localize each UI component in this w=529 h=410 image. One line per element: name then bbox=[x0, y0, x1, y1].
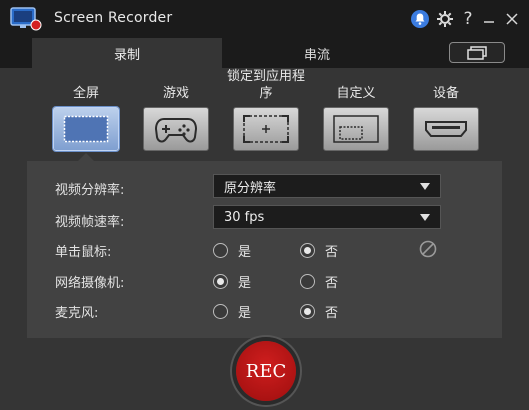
radio-label: 否 bbox=[325, 245, 339, 260]
device-button[interactable] bbox=[413, 107, 479, 151]
custom-button[interactable] bbox=[323, 107, 389, 151]
custom-region-icon bbox=[333, 115, 379, 143]
chevron-down-icon bbox=[420, 214, 430, 221]
mouse-click-no-radio[interactable]: 否 bbox=[300, 241, 338, 260]
disabled-icon[interactable] bbox=[419, 240, 437, 258]
help-icon[interactable]: ? bbox=[460, 9, 476, 29]
webcam-label: 网络摄像机: bbox=[55, 276, 125, 291]
record-panel: 全屏 游戏 锁定到应用程 序 自定义 设备 视频分辨率: 原分辨率 视频帧速率:… bbox=[0, 68, 529, 410]
mode-label-device: 设备 bbox=[432, 86, 459, 101]
app-title: Screen Recorder bbox=[54, 10, 173, 26]
screen-recorder-icon bbox=[10, 7, 42, 31]
radio-label: 是 bbox=[238, 245, 252, 260]
gamepad-icon bbox=[154, 118, 198, 143]
webcam-no-radio[interactable]: 否 bbox=[300, 272, 338, 291]
mode-label-lock-line1: 锁定到应用程 bbox=[226, 69, 305, 84]
mouse-click-label: 单击鼠标: bbox=[55, 245, 112, 260]
framerate-select[interactable]: 30 fps bbox=[213, 205, 441, 229]
hdmi-device-icon bbox=[425, 121, 467, 137]
rec-button[interactable]: REC bbox=[236, 341, 296, 401]
tab-record[interactable]: 录制 bbox=[32, 38, 222, 68]
radio-circle bbox=[300, 274, 315, 289]
framerate-label: 视频帧速率: bbox=[55, 215, 125, 230]
radio-label: 否 bbox=[325, 276, 339, 291]
lock-to-app-button[interactable] bbox=[233, 107, 299, 151]
radio-circle bbox=[213, 243, 228, 258]
mini-mode-icon bbox=[467, 45, 487, 60]
game-button[interactable] bbox=[143, 107, 209, 151]
mini-mode-button[interactable] bbox=[449, 42, 505, 63]
chevron-down-icon bbox=[420, 183, 430, 190]
title-bar: Screen Recorder ? bbox=[0, 0, 529, 38]
mode-label-lock-line2: 序 bbox=[259, 86, 273, 101]
microphone-yes-radio[interactable]: 是 bbox=[213, 302, 251, 321]
radio-circle bbox=[300, 304, 315, 319]
tab-bar: 录制 串流 bbox=[0, 38, 529, 68]
radio-circle bbox=[300, 243, 315, 258]
gear-icon[interactable] bbox=[434, 9, 456, 29]
framerate-value: 30 fps bbox=[224, 209, 265, 225]
close-icon[interactable] bbox=[504, 9, 520, 29]
resolution-label: 视频分辨率: bbox=[55, 183, 125, 198]
radio-label: 是 bbox=[238, 306, 252, 321]
microphone-label: 麦克风: bbox=[55, 306, 99, 321]
radio-circle bbox=[213, 304, 228, 319]
radio-label: 是 bbox=[238, 276, 252, 291]
resolution-select[interactable]: 原分辨率 bbox=[213, 174, 441, 198]
settings-panel: 视频分辨率: 原分辨率 视频帧速率: 30 fps 单击鼠标: 是 否 网络摄像… bbox=[27, 161, 502, 338]
minimize-icon[interactable] bbox=[481, 9, 497, 29]
fullscreen-button[interactable] bbox=[53, 107, 119, 151]
mouse-click-yes-radio[interactable]: 是 bbox=[213, 241, 251, 260]
lock-to-app-icon bbox=[243, 115, 289, 143]
bell-icon[interactable] bbox=[410, 9, 430, 29]
radio-circle bbox=[213, 274, 228, 289]
mode-label-fullscreen: 全屏 bbox=[72, 86, 99, 101]
mode-label-custom: 自定义 bbox=[336, 86, 376, 101]
radio-label: 否 bbox=[325, 306, 339, 321]
webcam-yes-radio[interactable]: 是 bbox=[213, 272, 251, 291]
fullscreen-icon bbox=[63, 115, 109, 143]
resolution-value: 原分辨率 bbox=[224, 180, 277, 196]
microphone-no-radio[interactable]: 否 bbox=[300, 302, 338, 321]
mode-label-game: 游戏 bbox=[162, 86, 189, 101]
tab-stream[interactable]: 串流 bbox=[222, 38, 412, 68]
